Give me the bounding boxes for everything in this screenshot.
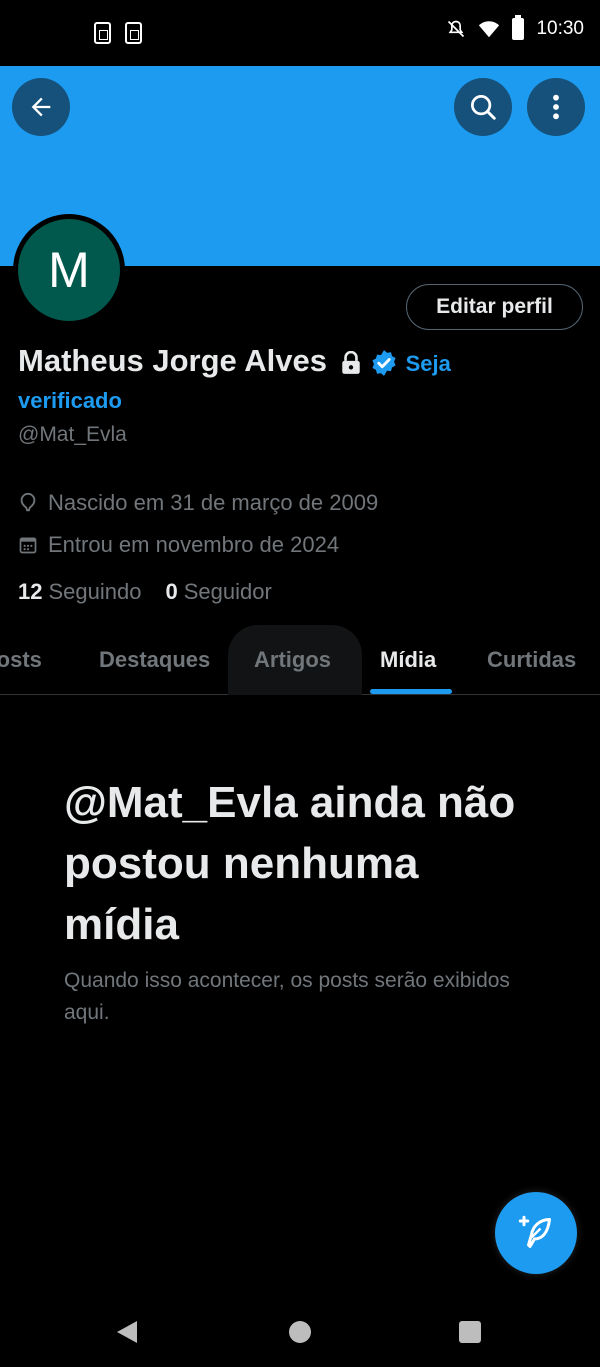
compose-icon	[518, 1215, 551, 1248]
following-count: 12	[18, 579, 43, 604]
battery-icon	[512, 15, 525, 40]
calendar-icon	[19, 537, 37, 554]
get-verified-link-continued[interactable]: verificado	[18, 385, 588, 417]
more-options-button[interactable]	[527, 78, 585, 136]
active-tab-indicator	[370, 689, 452, 694]
empty-state-title: @Mat_Evla ainda não postou nenhuma mídia	[64, 778, 516, 949]
joined-date-row: Entrou em novembro de 2024	[18, 532, 339, 558]
avatar-letter: M	[18, 219, 120, 321]
get-verified-link[interactable]: Seja	[406, 351, 451, 376]
wifi-icon	[479, 21, 500, 38]
avatar[interactable]: M	[13, 214, 125, 326]
system-nav-bar	[0, 1297, 600, 1367]
compose-button[interactable]	[495, 1192, 577, 1274]
empty-state-subtitle: Quando isso acontecer, os posts serão ex…	[64, 969, 510, 1024]
mute-notification-icon	[448, 20, 465, 38]
tab-curtidas[interactable]: Curtidas	[487, 625, 576, 695]
nav-back-icon[interactable]	[116, 1320, 138, 1344]
nav-recents-icon[interactable]	[459, 1321, 481, 1343]
following-label: Seguindo	[48, 579, 142, 604]
status-right-icons: 10:30	[446, 15, 584, 40]
follow-stats: 12 Seguindo 0 Seguidor	[18, 579, 272, 605]
edit-profile-button[interactable]: Editar perfil	[406, 284, 583, 330]
followers-label: Seguidor	[183, 579, 272, 604]
followers-count: 0	[165, 579, 178, 604]
status-time: 10:30	[536, 18, 584, 39]
search-icon	[471, 95, 496, 120]
status-left-icons	[94, 22, 142, 44]
birth-date-row: Nascido em 31 de março de 2009	[18, 490, 378, 516]
joined-date-text: Entrou em novembro de 2024	[48, 532, 340, 557]
sim-off-icon	[94, 22, 111, 44]
sim-card-icon	[125, 22, 142, 44]
tab-midia[interactable]: Mídia	[380, 625, 436, 695]
verified-badge-icon[interactable]	[370, 349, 398, 377]
nav-home-icon[interactable]	[289, 1321, 311, 1343]
status-bar: 10:30	[0, 0, 600, 66]
profile-name-block: Matheus Jorge Alves Seja verificado	[18, 340, 588, 417]
followers-link[interactable]: 0 Seguidor	[165, 579, 271, 605]
search-button[interactable]	[454, 78, 512, 136]
back-arrow-icon	[31, 97, 51, 117]
tab-artigos[interactable]: Artigos	[254, 625, 331, 695]
tab-posts[interactable]: Posts	[0, 625, 42, 695]
following-link[interactable]: 12 Seguindo	[18, 579, 141, 605]
profile-handle: @Mat_Evla	[18, 423, 127, 446]
lock-icon	[341, 350, 360, 374]
profile-tabs: Posts Destaques Artigos Mídia Curtidas	[0, 625, 600, 695]
more-vertical-icon	[553, 94, 559, 120]
profile-name: Matheus Jorge Alves	[18, 343, 327, 378]
back-button[interactable]	[12, 78, 70, 136]
tab-destaques[interactable]: Destaques	[99, 625, 210, 695]
location-pin-icon	[20, 492, 36, 512]
birth-date-text: Nascido em 31 de março de 2009	[48, 490, 379, 515]
